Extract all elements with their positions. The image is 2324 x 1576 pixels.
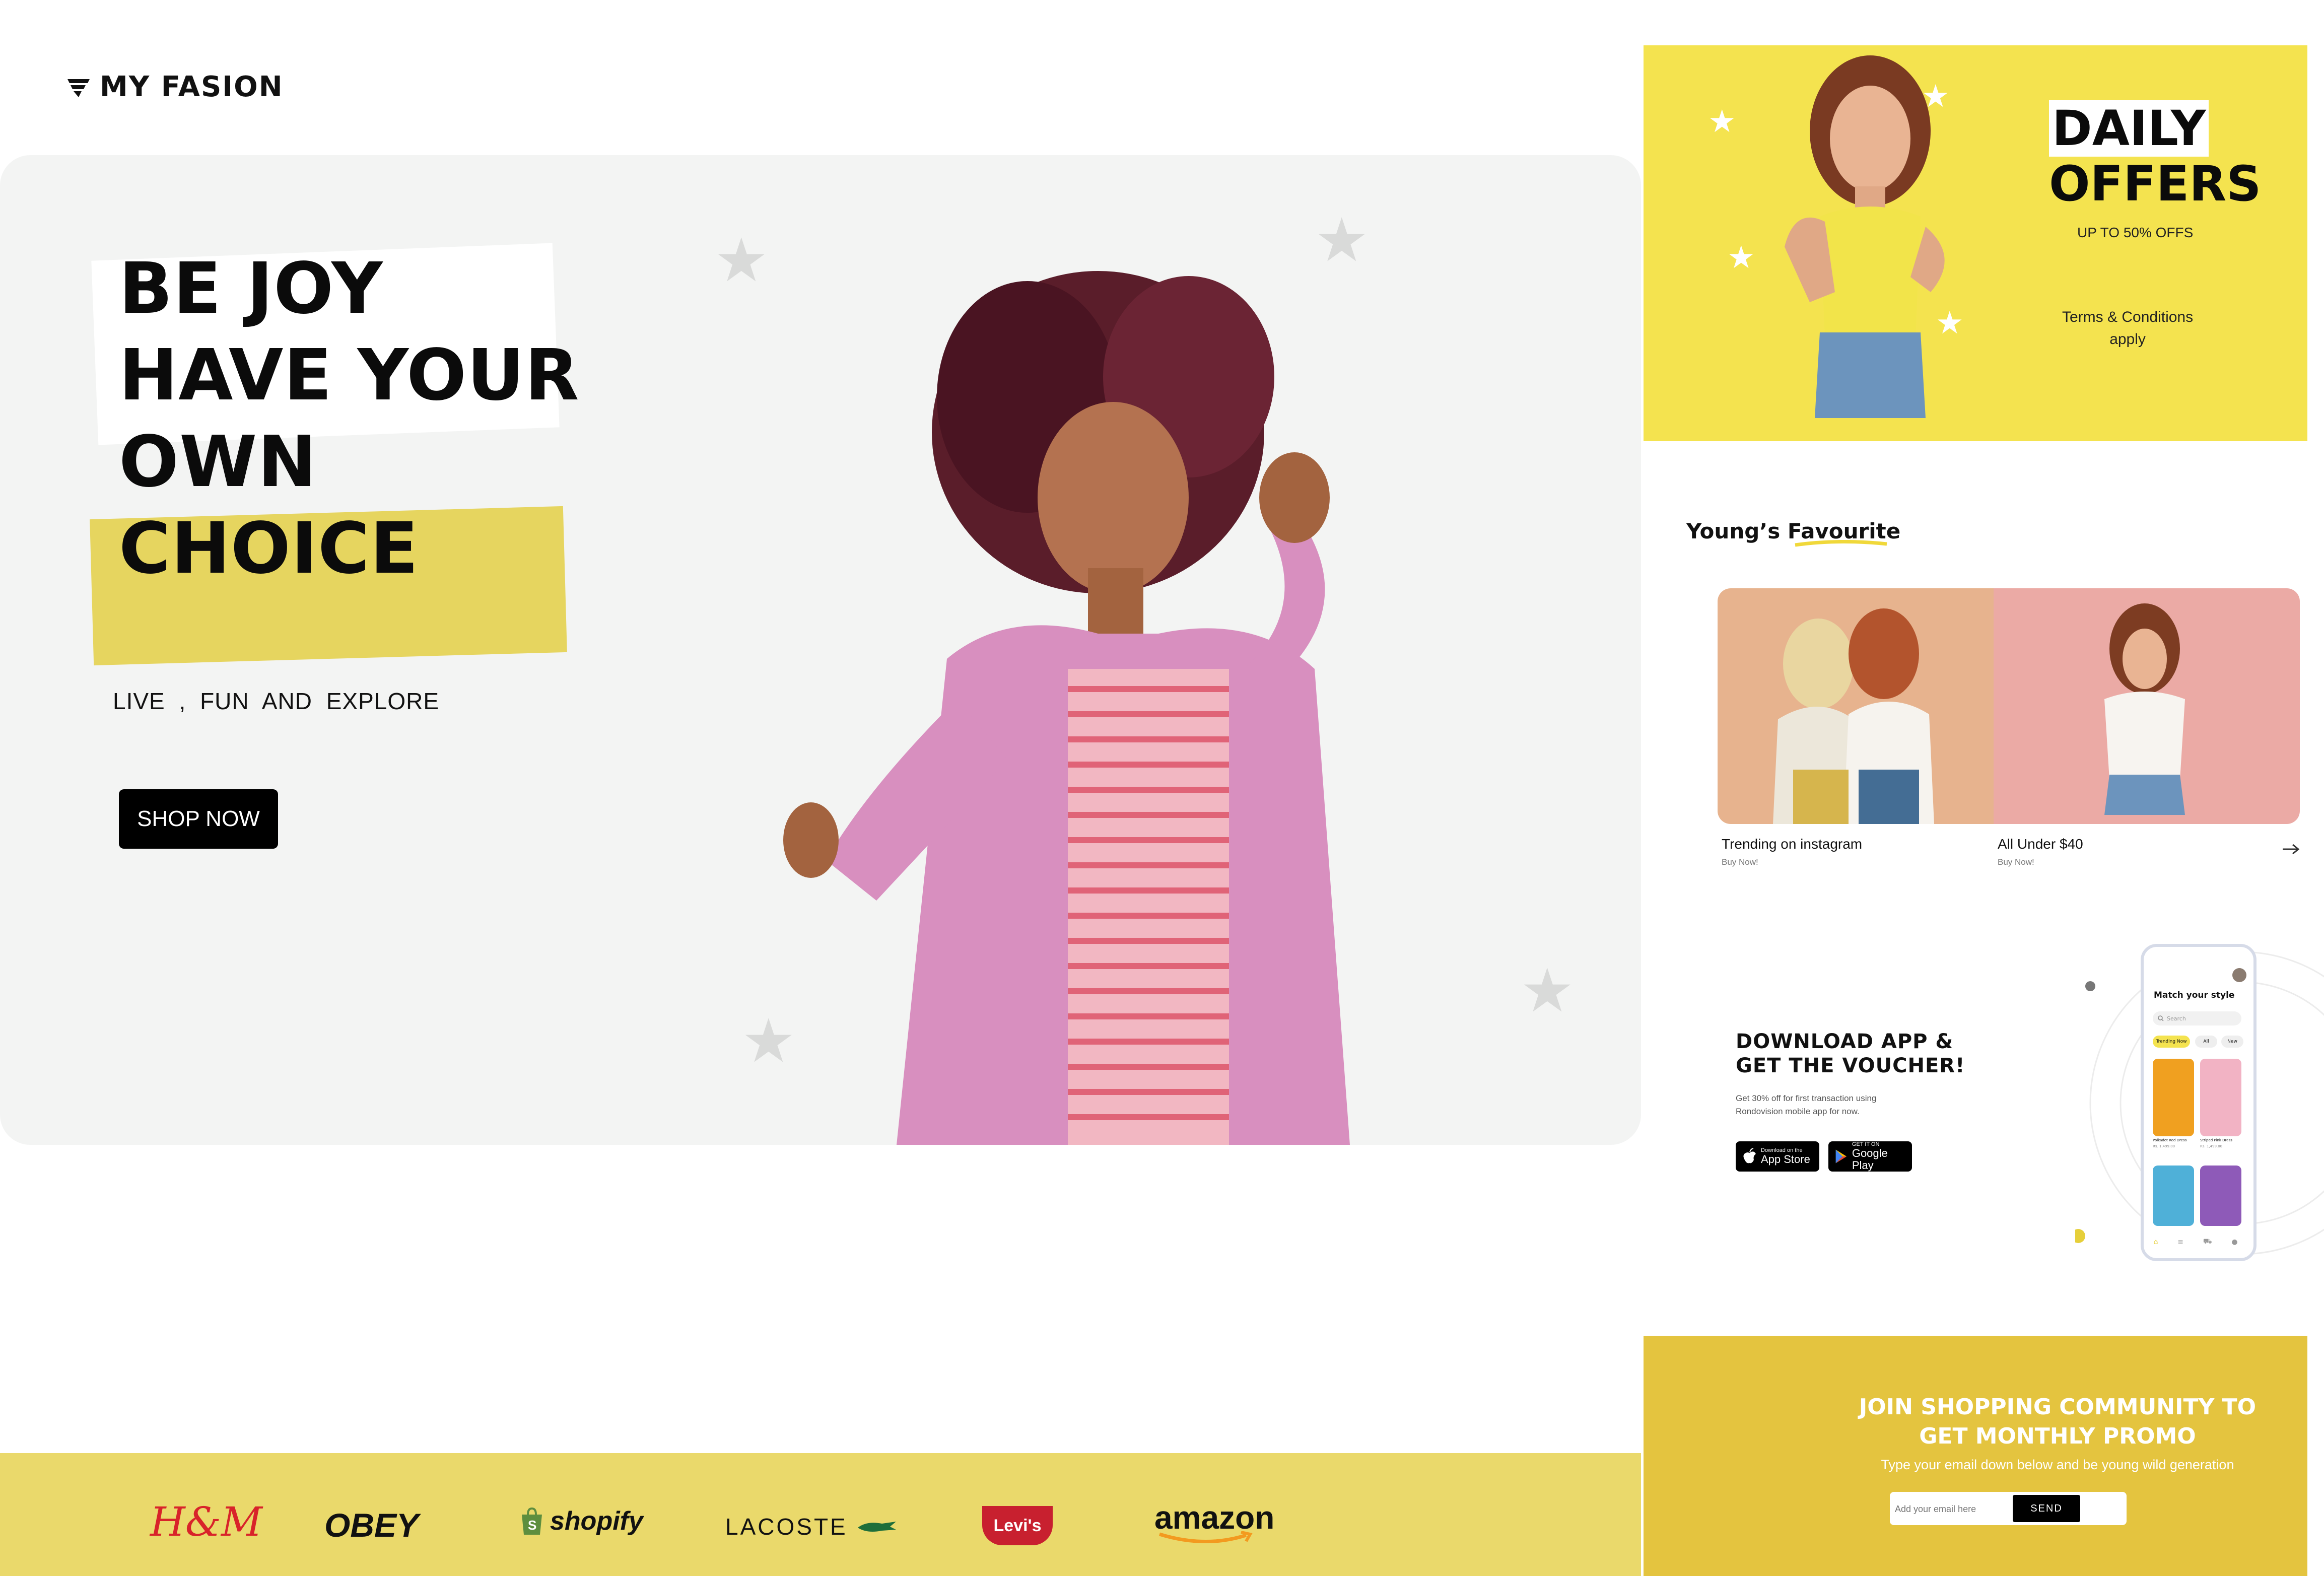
download-desc-line-2: Rondovision mobile app for now. <box>1736 1107 1860 1116</box>
join-description: Type your email down below and be young … <box>1881 1457 2234 1472</box>
join-community-section <box>1644 1336 2307 1576</box>
brand-levis-logo[interactable]: Levi's <box>982 1506 1053 1545</box>
hero-banner: BE JOY HAVE YOUR OWN CHOICE LIVE , FUN A… <box>0 155 1641 1145</box>
phone-search-placeholder: Search <box>2167 1015 2186 1022</box>
trending-card-image[interactable] <box>1718 588 1995 824</box>
join-title: JOIN SHOPPING COMMUNITY TO GET MONTHLY P… <box>1642 1393 2324 1451</box>
under-40-card-image[interactable] <box>1994 588 2300 824</box>
download-description: Get 30% off for first transaction using … <box>1736 1092 1876 1118</box>
phone-chip-all[interactable]: All <box>2195 1036 2217 1048</box>
svg-text:S: S <box>528 1518 536 1533</box>
offers-title-line-1: DAILY <box>2049 100 2209 157</box>
hero-title-line-1: BE JOY <box>119 248 383 330</box>
app-store-button[interactable]: Download on the App Store <box>1736 1141 1819 1172</box>
arrow-right-icon[interactable] <box>2282 843 2300 855</box>
google-play-icon <box>1835 1149 1847 1163</box>
hero-tagline: LIVE , FUN AND EXPLORE <box>113 688 440 714</box>
search-icon <box>2158 1015 2164 1021</box>
hero-title-line-3: OWN <box>119 421 317 503</box>
phone-chip-new[interactable]: New <box>2221 1036 2243 1048</box>
brand-shopify-logo[interactable]: S shopify <box>519 1506 643 1536</box>
offers-terms-line-1: Terms & Conditions <box>2062 309 2194 325</box>
phone-product-1-name: Polkadot Red Dress <box>2153 1138 2187 1142</box>
hero-model-image <box>783 271 1350 1145</box>
logo[interactable]: MY FASION <box>66 71 284 103</box>
hero-title: BE JOY HAVE YOUR OWN CHOICE <box>119 246 580 592</box>
phone-product-1-price: Rs. 1,499.00 <box>2153 1144 2175 1148</box>
amazon-smile-icon <box>1158 1531 1253 1543</box>
star-icon: ★ <box>1922 78 1950 114</box>
email-input[interactable] <box>1894 1496 2007 1522</box>
app-store-big-text: App Store <box>1761 1153 1810 1166</box>
offers-terms: Terms & Conditions apply <box>2062 306 2193 351</box>
apple-icon <box>1743 1148 1756 1163</box>
phone-product-4-image[interactable] <box>2200 1166 2241 1226</box>
phone-product-2-price: Rs. 1,499.00 <box>2200 1144 2223 1148</box>
phone-chip-trending[interactable]: Trending Now <box>2153 1036 2190 1048</box>
shop-now-button[interactable]: SHOP NOW <box>119 789 278 849</box>
google-play-button[interactable]: GET IT ON Google Play <box>1828 1141 1912 1172</box>
under-40-model-illustration <box>2104 603 2185 815</box>
shopify-bag-icon: S <box>522 1507 542 1535</box>
trending-card-label[interactable]: Trending on instagram <box>1722 836 1862 852</box>
offers-title: DAILY OFFERS <box>2049 100 2262 212</box>
trending-card-buy[interactable]: Buy Now! <box>1722 857 1758 867</box>
under-40-card-label[interactable]: All Under $40 <box>1998 836 2083 852</box>
home-icon[interactable]: ⌂ <box>2153 1238 2158 1246</box>
google-play-big-text: Google Play <box>1852 1147 1888 1172</box>
phone-mockup: Match your style Search Trending Now All… <box>2141 944 2257 1261</box>
star-icon: ★ <box>1727 239 1755 276</box>
offers-subtitle: UP TO 50% OFFS <box>2077 225 2194 240</box>
trending-models-illustration <box>1773 608 1934 824</box>
download-desc-line-1: Get 30% off for first transaction using <box>1736 1093 1877 1103</box>
lacoste-wordmark: LACOSTE <box>725 1514 848 1540</box>
brand-obey-logo[interactable]: OBEY <box>324 1506 419 1544</box>
phone-search-input[interactable]: Search <box>2153 1011 2241 1025</box>
phone-product-2-image[interactable] <box>2200 1059 2241 1136</box>
phone-bottom-nav: ⌂ ≡ ⛟ ● <box>2144 1232 2247 1252</box>
star-icon: ★ <box>1936 304 1964 341</box>
hero-title-line-2: HAVE YOUR <box>119 334 580 417</box>
brand-amazon-logo[interactable]: amazon <box>1154 1499 1275 1543</box>
phone-heading: Match your style <box>2154 990 2235 1000</box>
under-40-card-buy[interactable]: Buy Now! <box>1998 857 2034 867</box>
levis-wordmark: Levi's <box>993 1516 1042 1535</box>
download-title-line-2: GET THE VOUCHER! <box>1736 1054 1965 1077</box>
offers-terms-line-2: apply <box>2109 331 2146 348</box>
send-button[interactable]: SEND <box>2013 1495 2080 1522</box>
crocodile-icon <box>857 1522 896 1532</box>
phone-product-1-image[interactable] <box>2153 1059 2194 1136</box>
offers-title-line-2: OFFERS <box>2049 156 2262 212</box>
title-underline-accent <box>1795 540 1887 547</box>
phone-product-3-image[interactable] <box>2153 1166 2194 1226</box>
join-title-line-2: GET MONTHLY PROMO <box>1919 1423 2196 1449</box>
profile-icon[interactable]: ● <box>2231 1238 2237 1246</box>
phone-avatar <box>2232 968 2246 982</box>
download-title-line-1: DOWNLOAD APP & <box>1736 1030 1954 1053</box>
brand-name: MY FASION <box>100 71 284 103</box>
cart-icon[interactable]: ⛟ <box>2203 1238 2212 1247</box>
download-app-title: DOWNLOAD APP & GET THE VOUCHER! <box>1736 1030 1965 1078</box>
star-icon: ★ <box>1708 103 1736 140</box>
hero-title-line-4: CHOICE <box>119 508 419 590</box>
logo-icon <box>67 79 90 97</box>
menu-icon[interactable]: ≡ <box>2177 1238 2183 1246</box>
join-title-line-1: JOIN SHOPPING COMMUNITY TO <box>1859 1394 2257 1420</box>
amazon-wordmark: amazon <box>1154 1499 1275 1536</box>
phone-product-2-name: Striped Pink Dress <box>2200 1138 2232 1142</box>
brand-lacoste-logo[interactable]: LACOSTE <box>725 1513 897 1540</box>
brand-hm-logo[interactable]: H&M <box>150 1498 262 1545</box>
shopify-wordmark: shopify <box>550 1506 643 1536</box>
